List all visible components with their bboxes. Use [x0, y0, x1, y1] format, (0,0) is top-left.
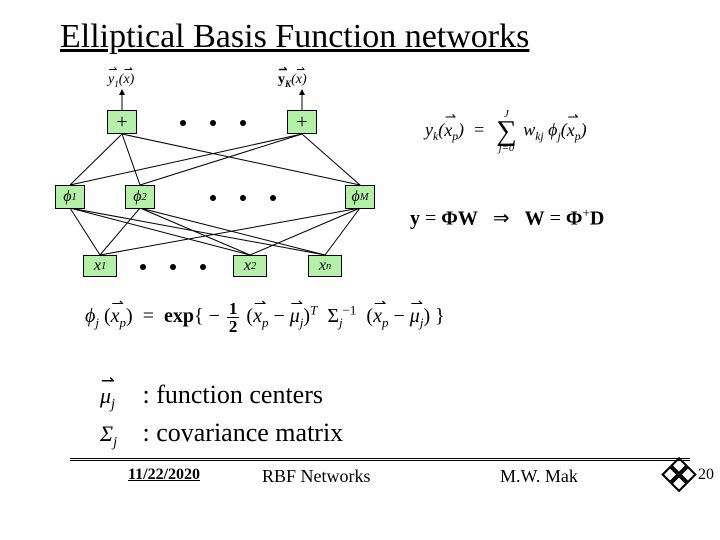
- output-node-last: +: [287, 110, 317, 134]
- hidden-node-phi2: ϕ2: [125, 185, 155, 209]
- ellipsis-dot: [240, 195, 246, 201]
- hidden-node-phi1: ϕ1: [55, 185, 85, 209]
- output-label-y1: y1(x): [108, 72, 134, 89]
- ellipsis-dot: [180, 120, 186, 126]
- ellipsis-dot: [240, 120, 246, 126]
- ellipsis-dot: [170, 264, 176, 270]
- ellipsis-dot: [210, 120, 216, 126]
- ellipsis-dot: [270, 195, 276, 201]
- footer-divider: [70, 458, 690, 461]
- logo-icon: [658, 454, 700, 496]
- legend-mu: μj : function centers: [100, 380, 323, 413]
- footer-title: RBF Networks: [262, 466, 371, 487]
- legend-sigma-text: : covariance matrix: [143, 418, 344, 447]
- legend-mu-text: : function centers: [143, 380, 324, 409]
- ellipsis-dot: [200, 264, 206, 270]
- equation-yk: yk(xp) = J ∑ j=0 wkj ϕj(xp): [425, 110, 705, 153]
- ellipsis-dot: [140, 264, 146, 270]
- output-node-first: +: [107, 110, 137, 134]
- legend-sigma: Σj : covariance matrix: [100, 418, 343, 451]
- page-number: 20: [698, 466, 714, 484]
- slide-title: Elliptical Basis Function networks: [60, 18, 529, 56]
- network-diagram: y1(x) yK(x): [40, 80, 400, 300]
- input-node-xn: xn: [308, 255, 342, 277]
- equation-matrix: y = ΦW ⇒ W = Φ+D: [410, 205, 710, 231]
- ellipsis-dot: [210, 195, 216, 201]
- output-label-yk: yK(x): [278, 72, 307, 89]
- footer-author: M.W. Mak: [500, 466, 578, 487]
- footer-date: 11/22/2020: [128, 466, 200, 484]
- input-node-x1: x1: [83, 255, 117, 277]
- hidden-node-phim: ϕM: [345, 185, 375, 209]
- equation-phij: ϕj (xp) = exp{ − 12 (xp − μj)T Σj−1 (xp …: [85, 300, 445, 335]
- sum-lower-limit: j=0: [499, 144, 515, 153]
- input-node-x2: x2: [233, 255, 267, 277]
